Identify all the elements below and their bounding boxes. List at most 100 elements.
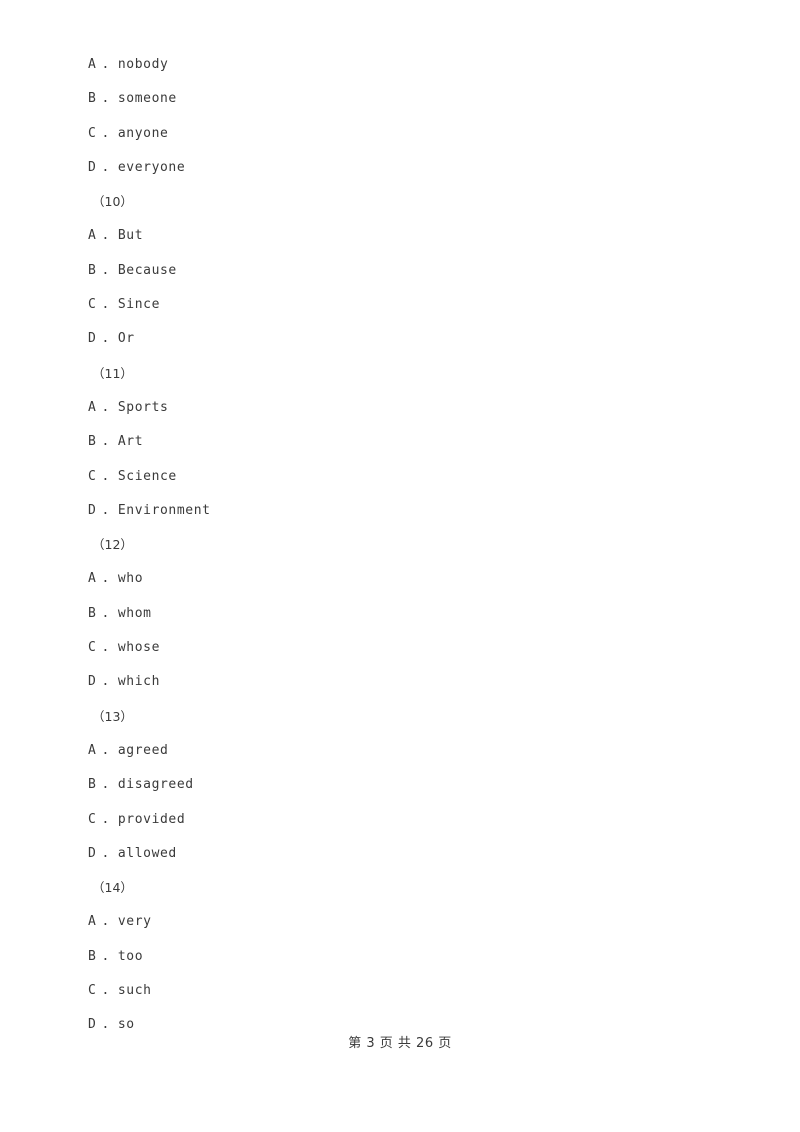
option-text: such	[117, 983, 152, 999]
answer-option[interactable]: D. allowed	[88, 837, 708, 871]
option-separator: .	[101, 297, 110, 313]
option-letter: B	[88, 605, 97, 621]
option-letter: B	[88, 262, 97, 278]
option-separator: .	[101, 228, 110, 244]
option-text: everyone	[117, 159, 186, 175]
option-letter: A	[88, 571, 97, 587]
option-letter: C	[88, 125, 97, 141]
option-text: Because	[117, 262, 177, 278]
option-separator: .	[101, 159, 110, 175]
answer-option[interactable]: B. someone	[88, 82, 708, 116]
option-text: someone	[117, 91, 177, 107]
answer-option[interactable]: A. agreed	[88, 734, 708, 768]
answer-option[interactable]: C. Since	[88, 288, 708, 322]
option-letter: D	[88, 331, 97, 347]
option-separator: .	[101, 777, 110, 793]
answer-option[interactable]: A. But	[88, 219, 708, 253]
answer-option[interactable]: B. too	[88, 940, 708, 974]
option-text: very	[117, 914, 152, 930]
option-separator: .	[101, 571, 110, 587]
question-number-label: （11）	[92, 365, 133, 381]
option-separator: .	[101, 948, 110, 964]
option-text: Sports	[117, 399, 169, 415]
answer-option[interactable]: D. which	[88, 665, 708, 699]
option-letter: A	[88, 399, 97, 415]
option-separator: .	[101, 674, 110, 690]
option-letter: B	[88, 948, 97, 964]
option-letter: D	[88, 845, 97, 861]
option-text: anyone	[117, 125, 169, 141]
option-text: whose	[117, 640, 161, 656]
option-text: But	[117, 228, 144, 244]
answer-option[interactable]: B. disagreed	[88, 768, 708, 802]
answer-option[interactable]: D. everyone	[88, 151, 708, 185]
option-text: allowed	[117, 845, 177, 861]
answer-option[interactable]: B. whom	[88, 597, 708, 631]
answer-option[interactable]: D. Environment	[88, 494, 708, 528]
answer-option[interactable]: A. nobody	[88, 48, 708, 82]
option-letter: B	[88, 434, 97, 450]
answer-option[interactable]: B. Because	[88, 254, 708, 288]
question-number-label: （14）	[92, 880, 133, 896]
option-text: Art	[117, 434, 144, 450]
option-separator: .	[101, 262, 110, 278]
option-letter: B	[88, 91, 97, 107]
option-text: provided	[117, 811, 186, 827]
answer-option[interactable]: A. Sports	[88, 391, 708, 425]
answer-option[interactable]: B. Art	[88, 425, 708, 459]
answer-option[interactable]: A. who	[88, 562, 708, 596]
option-separator: .	[101, 125, 110, 141]
question-options-container: A. nobody B. someone C. anyone D. everyone （10） A…	[88, 48, 708, 1043]
answer-option[interactable]: C. anyone	[88, 117, 708, 151]
option-letter: A	[88, 742, 97, 758]
option-separator: .	[101, 605, 110, 621]
option-letter: D	[88, 674, 97, 690]
option-text: which	[117, 674, 161, 690]
question-number-label: （12）	[92, 537, 133, 553]
option-text: agreed	[117, 742, 169, 758]
option-text: nobody	[117, 57, 169, 72]
option-text: Or	[117, 331, 135, 347]
option-letter: D	[88, 159, 97, 175]
option-letter: C	[88, 983, 97, 999]
option-separator: .	[101, 914, 110, 930]
answer-option[interactable]: C. Science	[88, 460, 708, 494]
answer-option[interactable]: C. whose	[88, 631, 708, 665]
option-separator: .	[101, 468, 110, 484]
option-letter: D	[88, 502, 97, 518]
option-letter: C	[88, 468, 97, 484]
option-separator: .	[101, 502, 110, 518]
option-separator: .	[101, 399, 110, 415]
option-text: who	[117, 571, 144, 587]
option-separator: .	[101, 434, 110, 450]
document-page: A. nobody B. someone C. anyone D. everyone （10） A…	[0, 0, 800, 1132]
answer-option[interactable]: D. Or	[88, 322, 708, 356]
option-separator: .	[101, 640, 110, 656]
option-separator: .	[101, 845, 110, 861]
option-letter: C	[88, 297, 97, 313]
option-text: Environment	[117, 502, 211, 518]
option-text: Since	[117, 297, 161, 313]
option-letter: A	[88, 228, 97, 244]
option-letter: A	[88, 57, 97, 72]
option-letter: B	[88, 777, 97, 793]
option-text: whom	[117, 605, 152, 621]
option-separator: .	[101, 742, 110, 758]
option-letter: A	[88, 914, 97, 930]
option-separator: .	[101, 811, 110, 827]
option-separator: .	[101, 57, 110, 72]
question-number-label: （13）	[92, 708, 133, 724]
page-number-footer: 第 3 页 共 26 页	[348, 1036, 452, 1051]
option-text: too	[117, 948, 144, 964]
option-separator: .	[101, 331, 110, 347]
option-separator: .	[101, 91, 110, 107]
option-text: Science	[117, 468, 177, 484]
answer-option[interactable]: C. such	[88, 974, 708, 1008]
answer-option[interactable]: A. very	[88, 905, 708, 939]
option-letter: C	[88, 811, 97, 827]
answer-option[interactable]: C. provided	[88, 803, 708, 837]
option-letter: C	[88, 640, 97, 656]
question-number-label: （10）	[92, 194, 133, 210]
option-text: disagreed	[117, 777, 194, 793]
option-separator: .	[101, 983, 110, 999]
